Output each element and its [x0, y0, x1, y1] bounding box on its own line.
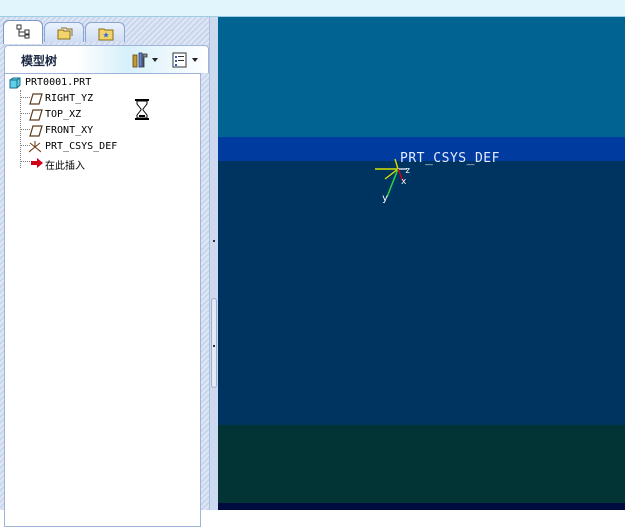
chevron-down-icon: [152, 58, 158, 62]
model-tree-icon: [16, 24, 30, 39]
datum-plane-icon: [29, 109, 43, 121]
tree-item-root[interactable]: PRT0001.PRT: [5, 76, 195, 91]
tree-item-label: 在此插入: [45, 161, 85, 172]
tree-item-label: TOP_XZ: [45, 109, 82, 120]
tree-settings-icon: [132, 52, 148, 68]
splitter-dot: [213, 345, 215, 347]
tree-item-top-xz[interactable]: TOP_XZ: [5, 108, 195, 123]
tab-favorites[interactable]: [85, 22, 125, 42]
tab-model-tree[interactable]: [3, 20, 43, 44]
graphics-viewport[interactable]: PRT_CSYS_DEF z x y: [218, 17, 625, 510]
title-bar-strip: [0, 0, 625, 17]
panel-splitter[interactable]: [209, 17, 218, 510]
folder-browser-icon: [57, 27, 73, 40]
coordinate-system-triad-icon[interactable]: z x y: [373, 157, 418, 207]
tab-folder-browser[interactable]: [44, 22, 84, 42]
z-axis-label: z: [405, 166, 410, 176]
viewport-background-top: [218, 17, 625, 137]
coordinate-system-icon: [28, 141, 42, 153]
tree-item-right-yz[interactable]: RIGHT_YZ: [5, 92, 195, 107]
viewport-background-bottom: [218, 425, 625, 503]
splitter-dot: [213, 240, 215, 242]
tree-item-label: PRT_CSYS_DEF: [45, 141, 118, 152]
favorites-icon: [98, 28, 114, 41]
chevron-down-icon: [192, 58, 198, 62]
tree-item-label: RIGHT_YZ: [45, 93, 94, 104]
insert-here-arrow-icon: [31, 158, 43, 168]
splitter-grip[interactable]: [211, 298, 217, 388]
viewport-background-edge: [218, 503, 625, 510]
viewport-background-mid: [218, 161, 625, 425]
part-icon: [9, 77, 21, 89]
navigator-tabs: [3, 19, 218, 44]
model-tree: PRT0001.PRT RIGHT_YZ TOP_XZ FRONT_XY PRT: [4, 73, 201, 527]
hourglass-icon: [135, 99, 149, 120]
datum-plane-icon: [29, 93, 43, 105]
model-tree-header: 模型树: [4, 45, 209, 73]
panel-title: 模型树: [21, 54, 58, 68]
navigator-panel: 模型树 PRT0001.PRT RIGHT_YZ TOP_XZ FRONT_XY…: [0, 17, 218, 527]
tree-show-icon: [172, 52, 187, 68]
tree-item-front-xy[interactable]: FRONT_XY: [5, 124, 195, 139]
y-axis-label: y: [382, 193, 388, 204]
tree-show-button[interactable]: [170, 51, 200, 69]
tree-settings-button[interactable]: [130, 51, 160, 69]
x-axis-label: x: [401, 177, 407, 187]
tree-item-insert-here[interactable]: 在此插入: [5, 156, 195, 172]
tree-item-label: FRONT_XY: [45, 125, 94, 136]
tree-item-label: PRT0001.PRT: [25, 77, 92, 88]
tree-item-prt-csys-def[interactable]: PRT_CSYS_DEF: [5, 140, 195, 155]
datum-plane-icon: [29, 125, 43, 137]
